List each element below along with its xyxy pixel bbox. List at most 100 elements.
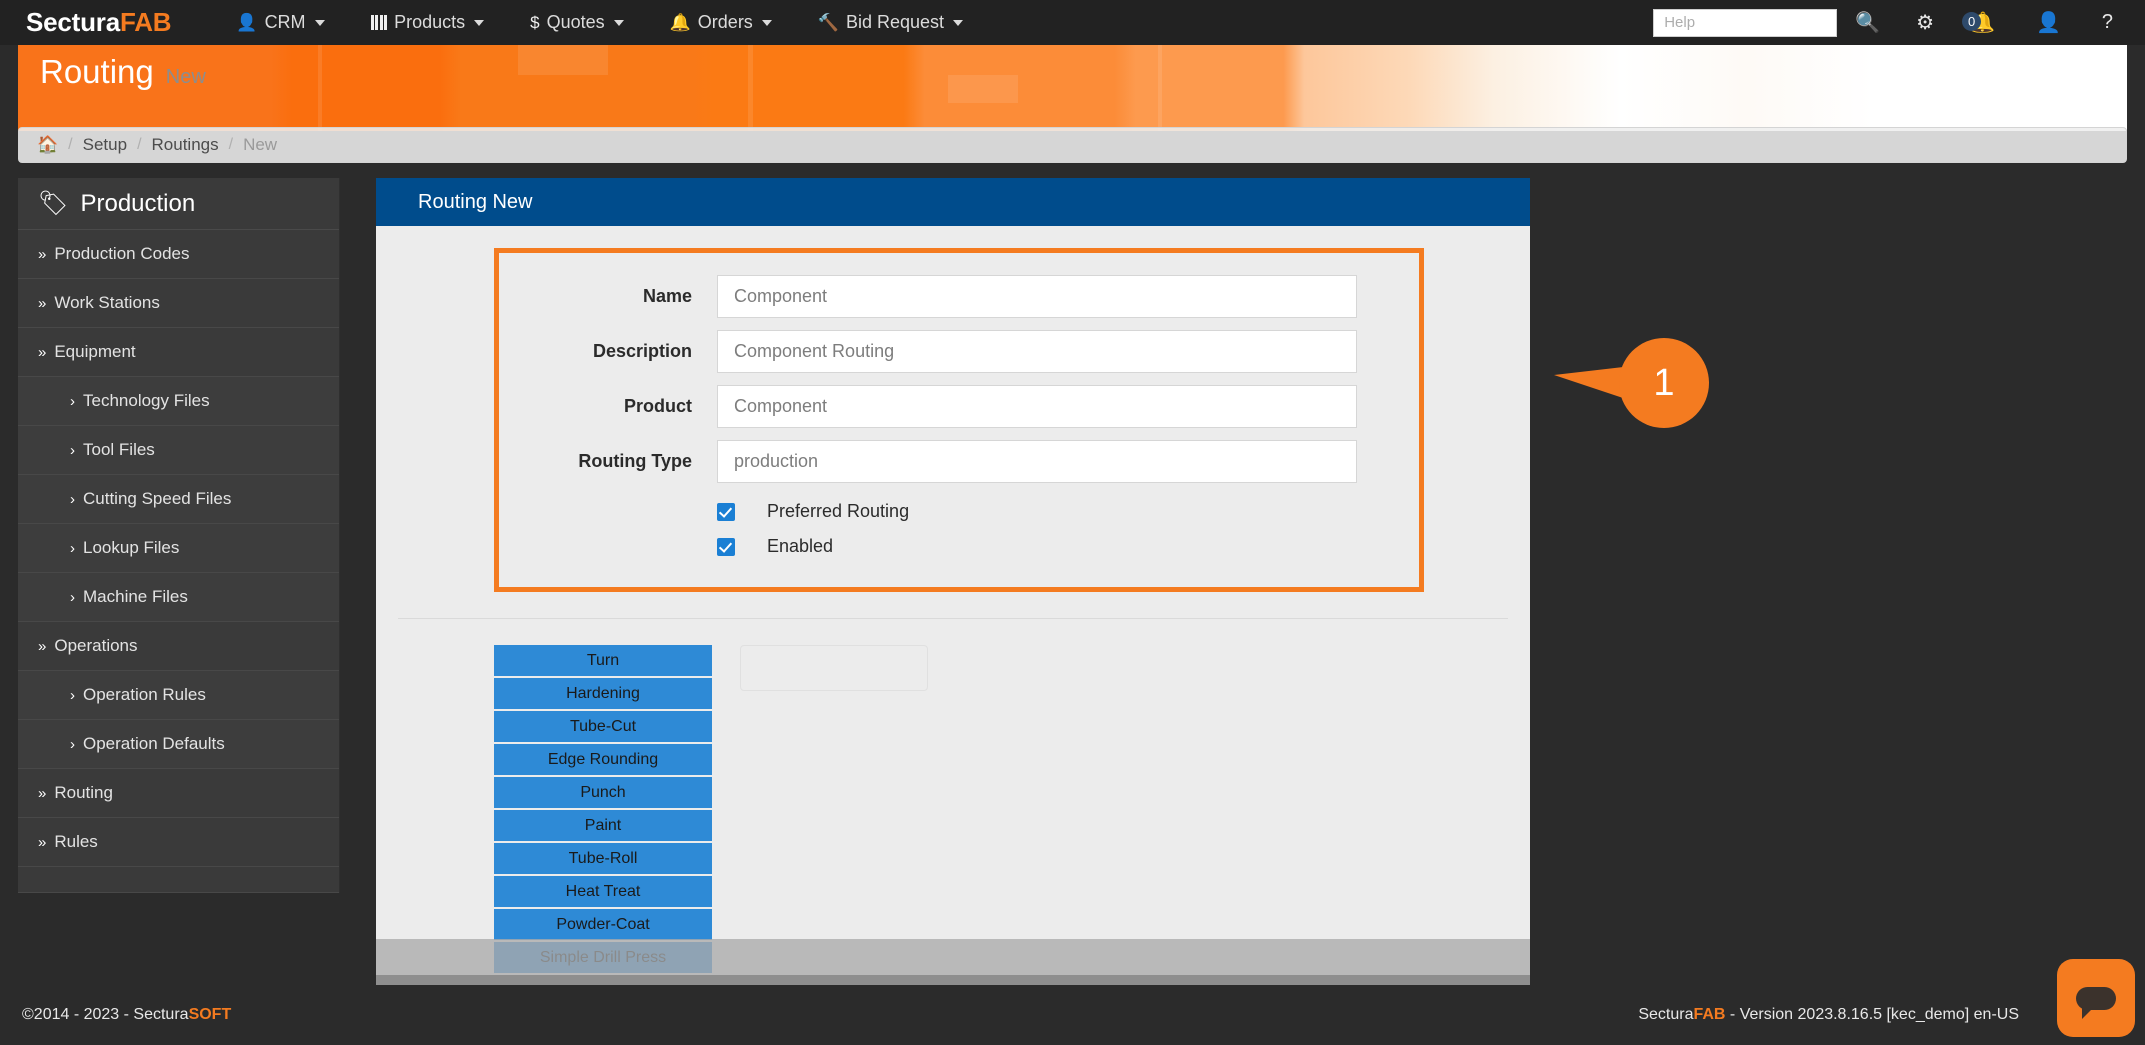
nav-item-orders[interactable]: 🔔 Orders bbox=[647, 12, 795, 33]
sidebar-item-label: Operation Rules bbox=[83, 685, 206, 705]
notification-count-badge: 0 bbox=[1962, 12, 1981, 31]
user-account-icon[interactable]: 👤 bbox=[2018, 10, 2084, 35]
product-select[interactable]: Component bbox=[717, 385, 1357, 428]
nav-item-crm[interactable]: 👤 CRM bbox=[213, 12, 347, 33]
sidebar-item-technology-files[interactable]: › Technology Files bbox=[18, 377, 339, 426]
description-input[interactable] bbox=[717, 330, 1357, 373]
operation-label: Turn bbox=[587, 652, 619, 670]
sidebar-item-machine-files[interactable]: › Machine Files bbox=[18, 573, 339, 622]
panel-title: Routing New bbox=[418, 191, 533, 214]
gavel-icon: 🔨 bbox=[818, 14, 839, 31]
main-content-panel: Routing New Name Description Prod bbox=[376, 178, 1530, 975]
description-field-wrap bbox=[717, 330, 1357, 373]
operation-button-edge-rounding[interactable]: Edge Rounding bbox=[494, 744, 712, 775]
preferred-routing-checkbox[interactable] bbox=[717, 503, 735, 521]
sidebar-item-operation-defaults[interactable]: › Operation Defaults bbox=[18, 720, 339, 769]
tag-icon: 🏷 bbox=[38, 189, 68, 218]
routing-type-select[interactable]: production bbox=[717, 440, 1357, 483]
operation-label: Tube-Roll bbox=[569, 850, 638, 868]
chat-bubble-icon[interactable] bbox=[2057, 959, 2135, 1037]
search-icon[interactable]: 🔍 bbox=[1837, 10, 1898, 35]
sidebar-item-routing[interactable]: » Routing bbox=[18, 769, 339, 818]
sidebar-item-label: Routing bbox=[54, 783, 113, 803]
sidebar-item-label: Machine Files bbox=[83, 587, 188, 607]
page-title: Routing bbox=[40, 53, 154, 91]
nav-item-products[interactable]: Products bbox=[348, 12, 508, 33]
chevron-down-icon bbox=[953, 20, 963, 26]
sidebar-item-work-stations[interactable]: » Work Stations bbox=[18, 279, 339, 328]
sidebar-item-label: Operations bbox=[54, 636, 137, 656]
user-icon: 👤 bbox=[236, 14, 257, 31]
double-chevron-right-icon: » bbox=[38, 834, 46, 851]
operation-button-heat-treat[interactable]: Heat Treat bbox=[494, 876, 712, 907]
sidebar-item-tool-files[interactable]: › Tool Files bbox=[18, 426, 339, 475]
sidebar-spacer bbox=[18, 867, 339, 893]
operation-button-powder-coat[interactable]: Powder-Coat bbox=[494, 909, 712, 940]
nav-item-products-label: Products bbox=[394, 12, 465, 33]
sidebar-title: 🏷 Production bbox=[18, 178, 339, 230]
footer-copyright-prefix: ©2014 - 2023 - Sectura bbox=[22, 1006, 189, 1023]
chevron-right-icon: › bbox=[70, 393, 75, 410]
chevron-right-icon: › bbox=[70, 491, 75, 508]
chevron-down-icon bbox=[474, 20, 484, 26]
breadcrumb: 🏠 / Setup / Routings / New bbox=[18, 127, 2127, 163]
home-icon[interactable]: 🏠 bbox=[37, 135, 58, 155]
sidebar-item-rules[interactable]: » Rules bbox=[18, 818, 339, 867]
footer-copyright-suffix: SOFT bbox=[189, 1006, 232, 1023]
sidebar-item-operation-rules[interactable]: › Operation Rules bbox=[18, 671, 339, 720]
sidebar-item-cutting-speed-files[interactable]: › Cutting Speed Files bbox=[18, 475, 339, 524]
gear-icon[interactable]: ⚙ bbox=[1898, 10, 1952, 35]
operation-button-turn[interactable]: Turn bbox=[494, 645, 712, 676]
brand-prefix: Sectura bbox=[26, 7, 120, 37]
nav-item-bid-request[interactable]: 🔨 Bid Request bbox=[795, 12, 986, 33]
double-chevron-right-icon: » bbox=[38, 246, 46, 263]
operation-button-hardening[interactable]: Hardening bbox=[494, 678, 712, 709]
operation-drop-zone[interactable] bbox=[740, 645, 928, 691]
operations-section: Turn Hardening Tube-Cut Edge Rounding Pu… bbox=[376, 619, 1530, 975]
operation-button-paint[interactable]: Paint bbox=[494, 810, 712, 841]
operation-label: Punch bbox=[580, 784, 625, 802]
sidebar-item-label: Equipment bbox=[54, 342, 135, 362]
brand-logo[interactable]: SecturaFAB bbox=[26, 7, 171, 38]
preferred-routing-label: Preferred Routing bbox=[767, 501, 909, 522]
breadcrumb-item-routings[interactable]: Routings bbox=[152, 135, 219, 155]
operation-button-punch[interactable]: Punch bbox=[494, 777, 712, 808]
product-select-value: Component bbox=[734, 396, 827, 417]
form-row-product: Product Component bbox=[499, 385, 1419, 428]
sidebar-item-production-codes[interactable]: » Production Codes bbox=[18, 230, 339, 279]
sidebar-item-equipment[interactable]: » Equipment bbox=[18, 328, 339, 377]
form-row-name: Name bbox=[499, 275, 1419, 318]
footer-version: SecturaFAB - Version 2023.8.16.5 [kec_de… bbox=[1638, 1006, 2019, 1024]
chevron-down-icon bbox=[315, 20, 325, 26]
operations-list: Turn Hardening Tube-Cut Edge Rounding Pu… bbox=[494, 645, 712, 975]
sidebar-title-label: Production bbox=[80, 190, 195, 218]
operation-button-tube-roll[interactable]: Tube-Roll bbox=[494, 843, 712, 874]
sidebar: 🏷 Production » Production Codes » Work S… bbox=[18, 178, 340, 893]
help-search-input[interactable] bbox=[1653, 9, 1837, 37]
question-mark-icon[interactable]: ? bbox=[2084, 11, 2131, 34]
sidebar-item-label: Rules bbox=[54, 832, 97, 852]
product-field-wrap: Component bbox=[717, 385, 1357, 428]
double-chevron-right-icon: » bbox=[38, 344, 46, 361]
breadcrumb-item-setup[interactable]: Setup bbox=[83, 135, 127, 155]
operation-button-tube-cut[interactable]: Tube-Cut bbox=[494, 711, 712, 742]
nav-item-quotes[interactable]: $ Quotes bbox=[507, 12, 647, 33]
chevron-right-icon: › bbox=[70, 442, 75, 459]
chevron-right-icon: › bbox=[70, 687, 75, 704]
enabled-checkbox[interactable] bbox=[717, 538, 735, 556]
double-chevron-right-icon: » bbox=[38, 295, 46, 312]
sidebar-item-operations[interactable]: » Operations bbox=[18, 622, 339, 671]
routing-type-field-wrap: production bbox=[717, 440, 1357, 483]
nav-item-bid-request-label: Bid Request bbox=[846, 12, 944, 33]
bars-icon bbox=[371, 15, 388, 30]
product-label: Product bbox=[499, 396, 717, 417]
nav-item-crm-label: CRM bbox=[265, 12, 306, 33]
name-input[interactable] bbox=[717, 275, 1357, 318]
sidebar-item-lookup-files[interactable]: › Lookup Files bbox=[18, 524, 339, 573]
operation-label: Paint bbox=[585, 817, 621, 835]
main-menu: 👤 CRM Products $ Quotes 🔔 Orders 🔨 bbox=[213, 12, 986, 33]
notifications-bell-icon[interactable]: 0 🔔 bbox=[1952, 10, 2018, 35]
footer-version-prefix: Sectura bbox=[1638, 1006, 1693, 1023]
breadcrumb-item-new: New bbox=[243, 135, 277, 155]
content-fade-overlay bbox=[376, 939, 1530, 985]
